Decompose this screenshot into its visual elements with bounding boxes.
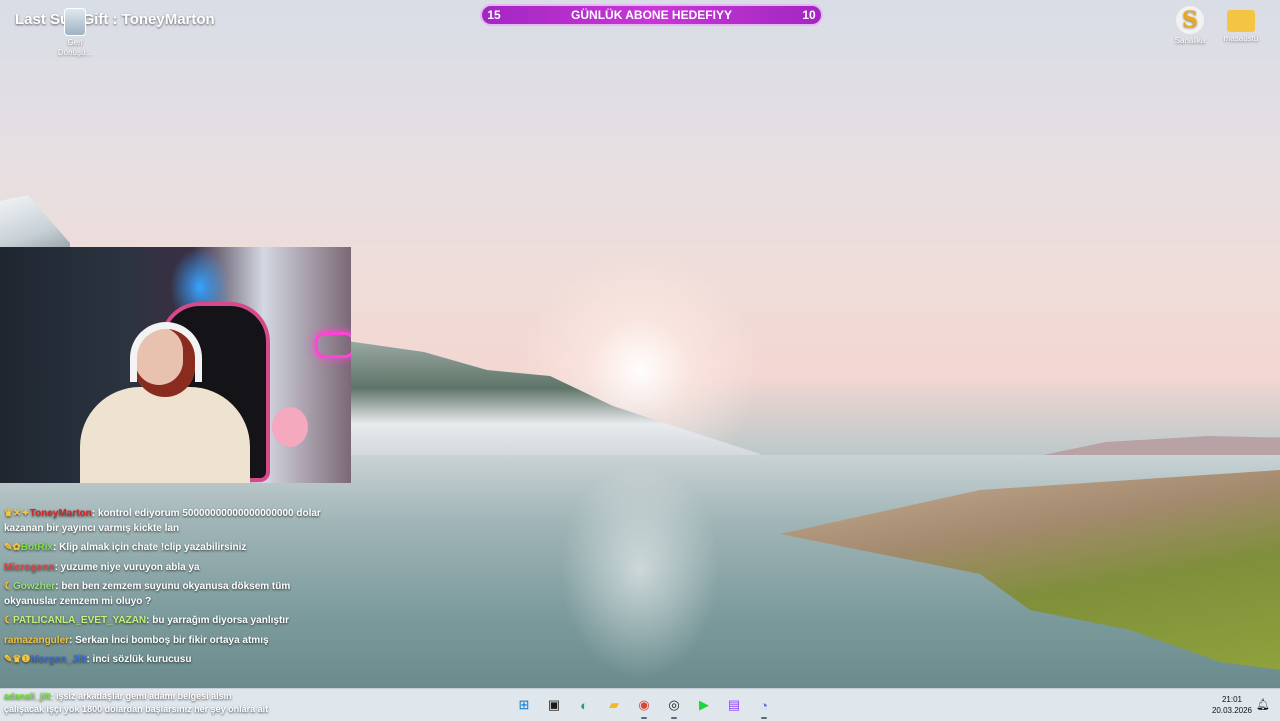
sun-reflection	[560, 460, 720, 680]
chat-username[interactable]: ramazanguler	[4, 635, 69, 646]
sanalika-label: Sanalika	[1174, 36, 1206, 45]
chat-username[interactable]: ToneyMarton	[30, 508, 92, 519]
webcam-neon-sign	[315, 332, 351, 358]
chat-text: yuzume niye vuruyon abla ya	[60, 561, 200, 573]
recycle-bin-label-1: Geri	[67, 38, 83, 47]
taskbar-chat-line: adanali_jilt: işsiz arkadaşlar gemi adam…	[4, 690, 334, 703]
chat-message: ✎♛❶Morgen_Jilt: inci sözlük kurucusu	[4, 653, 334, 668]
file-explorer-icon[interactable]: ▣	[542, 693, 566, 717]
taskbar: adanali_jilt: işsiz arkadaşlar gemi adam…	[0, 688, 1280, 721]
chat-text: bu yarrağım diyorsa yanlıştır	[152, 615, 289, 626]
chat-username[interactable]: Gowzher	[13, 581, 55, 592]
chat-username[interactable]: adanali_jilt	[4, 691, 51, 701]
streamer-body	[80, 387, 250, 483]
webcam-feed	[0, 247, 351, 483]
clock-time: 21:01	[1221, 695, 1243, 704]
masaustu-label: masaüstü	[1223, 34, 1259, 43]
sub-goal-current: 15	[487, 8, 501, 22]
edge-browser-icon[interactable]: ◐	[572, 693, 596, 717]
clock-date: 20.03.2026	[1211, 706, 1253, 715]
chat-username[interactable]: Microgenn	[4, 562, 55, 573]
chat-username[interactable]: BotRix	[21, 542, 53, 553]
obs-icon[interactable]: ◎	[662, 693, 686, 719]
desktop-icon-recycle-bin[interactable]: Geri Dönüşü...	[47, 8, 103, 58]
chat-badges: ✎✿	[4, 542, 21, 553]
windows-start-icon[interactable]: ⊞	[512, 693, 536, 717]
chrome-icon[interactable]: ◉	[632, 693, 656, 719]
last-sub-gift-label: Last Sub Gift : ToneyMarton	[15, 11, 215, 28]
taskbar-chat-overlay: adanali_jilt: işsiz arkadaşlar gemi adam…	[4, 690, 334, 716]
webcam-streamer	[80, 317, 260, 483]
notification-bell-icon[interactable]: 🔔︎	[1256, 698, 1270, 711]
chat-message: ✎✿BotRix: Klip almak için chate !clip ya…	[4, 541, 334, 556]
chat-text: işsiz arkadaşlar gemi adamı belgesi alsı…	[56, 691, 232, 701]
twitch-icon[interactable]: ▤	[722, 693, 746, 717]
chat-badges: ♛✕✦	[4, 508, 30, 519]
chat-text: Serkan İnci bomboş bir fikir ortaya atmı…	[75, 634, 269, 646]
desktop-icon-masaustu[interactable]: masaüstü	[1213, 6, 1269, 44]
chat-message: ♛✕✦ToneyMarton: kontrol ediyorum 5000000…	[4, 507, 334, 536]
desktop-icon-sanalika[interactable]: S Sanalika	[1162, 6, 1218, 46]
chat-text: Klip almak için chate !clip yazabilirsin…	[59, 542, 247, 553]
kick-icon[interactable]: ▶	[692, 693, 716, 717]
recycle-bin-label-2: Dönüşü...	[57, 48, 93, 57]
chat-badges: ☾	[4, 615, 13, 626]
chat-username[interactable]: PATLICANLA_EVET_YAZAN	[13, 615, 146, 626]
chat-username[interactable]: Morgen_Jilt	[30, 654, 86, 665]
sanalika-icon: S	[1176, 6, 1204, 34]
folder-icon	[1227, 10, 1255, 32]
sub-goal-title: GÜNLÜK ABONE HEDEFIYY	[571, 8, 732, 22]
chat-overlay: ♛✕✦ToneyMarton: kontrol ediyorum 5000000…	[4, 507, 334, 673]
chat-message: ramazanguler: Serkan İnci bomboş bir fik…	[4, 634, 334, 649]
chat-badges: ☾	[4, 581, 13, 592]
chat-message: Microgenn: yuzume niye vuruyon abla ya	[4, 561, 334, 576]
folder-icon[interactable]: ▰	[602, 693, 626, 717]
headphones-icon	[130, 322, 202, 382]
chat-message: ☾PATLICANLA_EVET_YAZAN: bu yarrağım diyo…	[4, 614, 334, 629]
taskbar-chat-line: çalışacak işçi yok 1800 dolardan başlars…	[4, 703, 334, 716]
taskbar-pinned-apps: ⊞ ▣ ◐ ▰ ◉ ◎ ▶ ▤ ◔	[512, 693, 776, 719]
sub-goal-target: 10	[802, 8, 816, 22]
snowy-hill-left	[0, 195, 70, 255]
chat-message: ☾Gowzher: ben ben zemzem suyunu okyanusa…	[4, 580, 334, 609]
discord-icon[interactable]: ◔	[752, 693, 776, 719]
chat-text: inci sözlük kurucusu	[92, 654, 192, 665]
webcam-plush-toy	[272, 407, 308, 447]
recycle-bin-icon	[64, 8, 86, 36]
chat-text: çalışacak işçi yok 1800 dolardan başlars…	[4, 704, 269, 714]
chat-badges: ✎♛❶	[4, 654, 31, 665]
system-clock[interactable]: 21:01 20.03.2026	[1206, 694, 1258, 716]
sub-goal-bar: 15 GÜNLÜK ABONE HEDEFIYY 10	[480, 4, 823, 26]
